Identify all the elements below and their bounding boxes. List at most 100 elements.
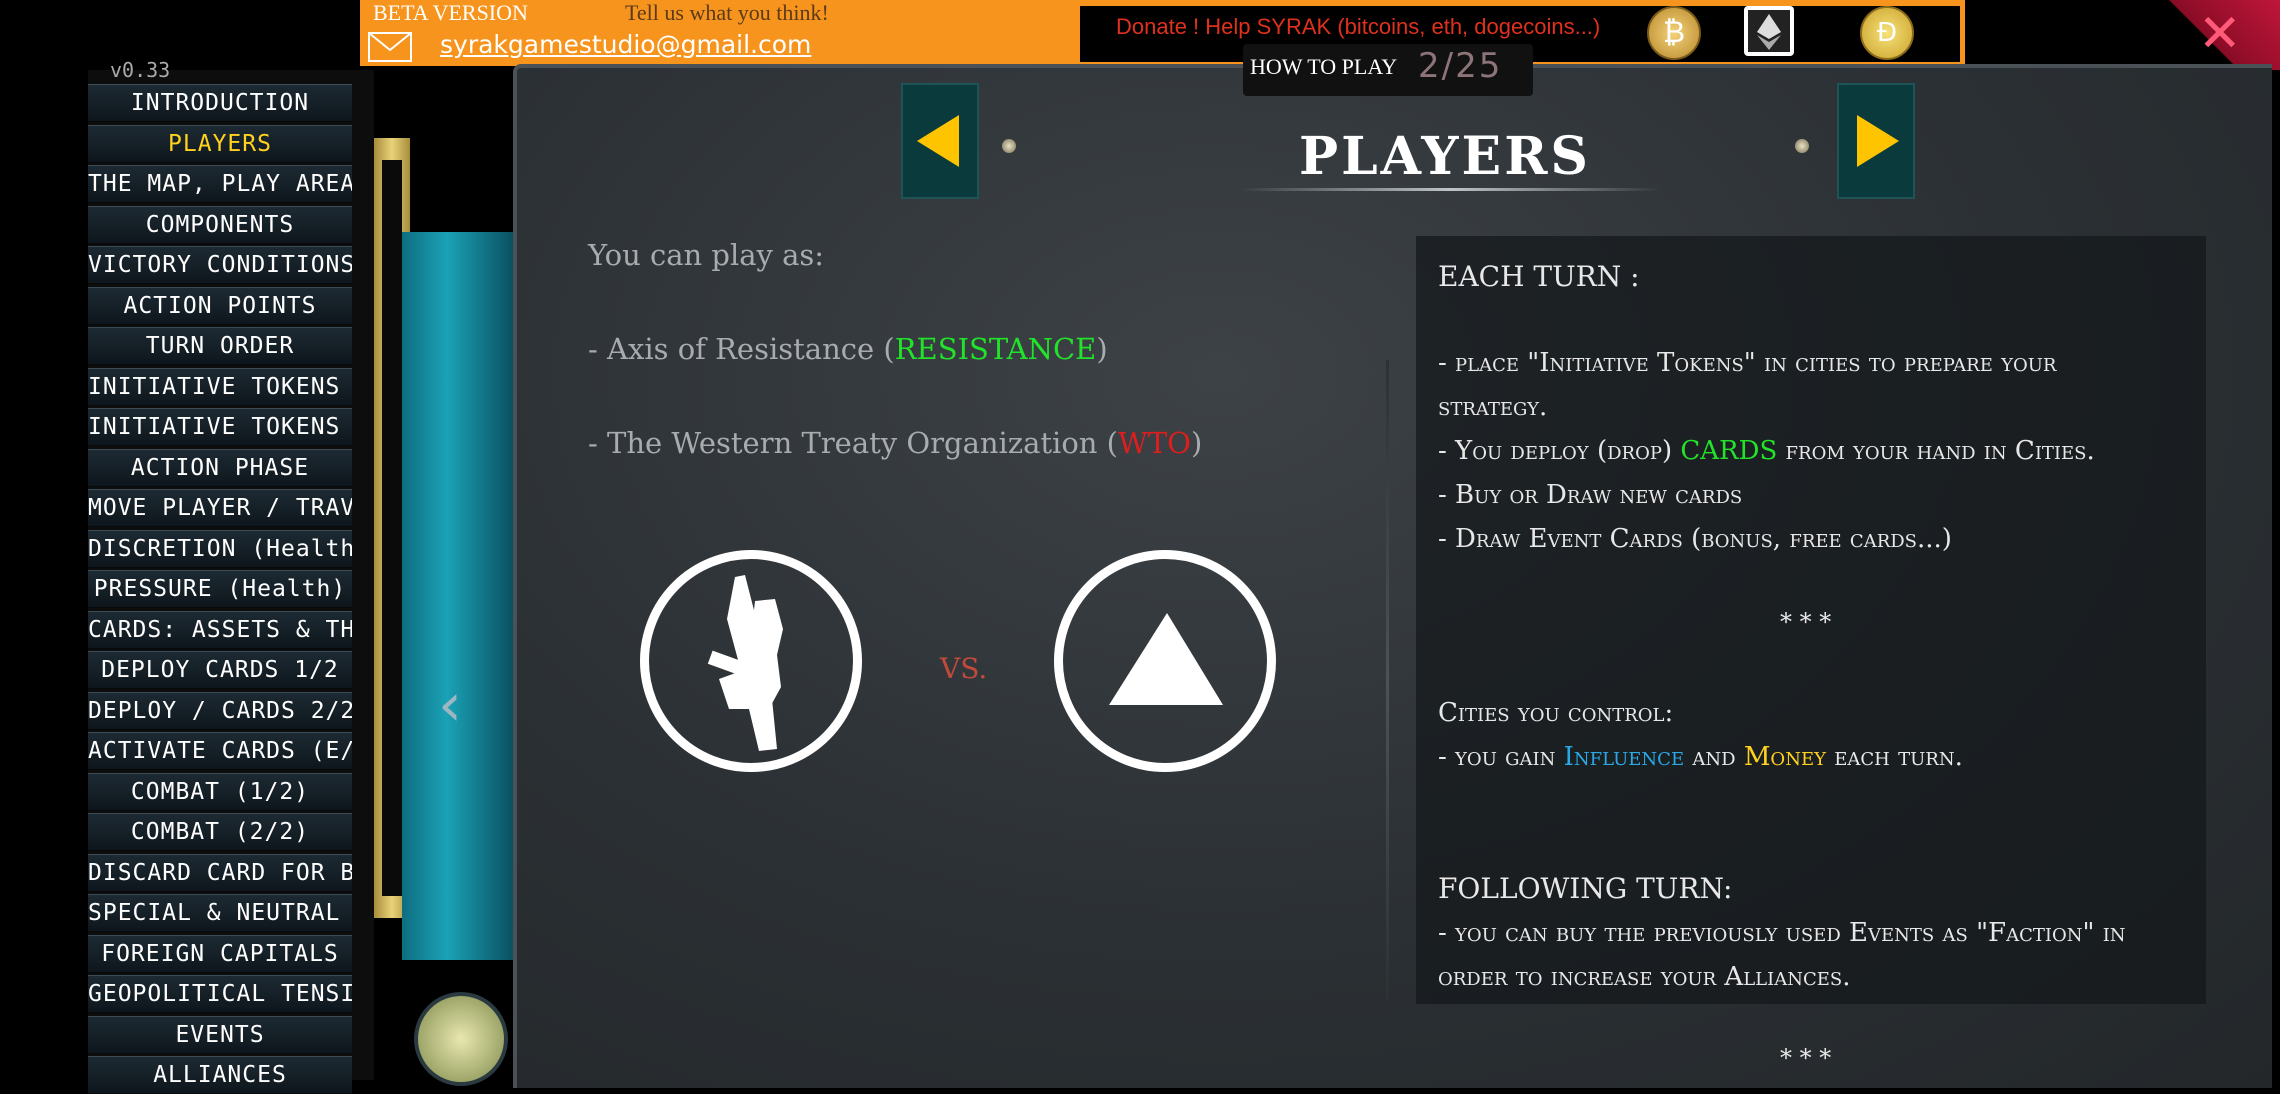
menu-item[interactable]: DEPLOY CARDS 1/2 bbox=[88, 651, 352, 689]
menu-item[interactable]: FOREIGN CAPITALS bbox=[88, 934, 352, 973]
menu-item-label: PLAYERS bbox=[168, 130, 272, 157]
menu-item[interactable]: SPECIAL & NEUTRAL CARDS bbox=[88, 894, 352, 932]
mail-icon[interactable] bbox=[368, 32, 412, 62]
menu-item-label: INITIATIVE TOKENS 2/2 bbox=[88, 414, 352, 440]
menu-item[interactable]: DISCARD CARD FOR BONUS bbox=[88, 853, 352, 892]
each-turn-heading: EACH TURN : bbox=[1438, 260, 1640, 293]
menu-item-label: DEPLOY CARDS 1/2 bbox=[101, 657, 339, 683]
map-strip bbox=[402, 232, 514, 960]
influence-keyword: Influence bbox=[1563, 742, 1685, 772]
section-title: PLAYERS bbox=[1299, 126, 1591, 187]
stars-separator: * * * bbox=[1780, 608, 1832, 636]
menu-item[interactable]: THE MAP, PLAY AREA bbox=[88, 165, 352, 203]
rule-line-strategy: strategy. bbox=[1438, 392, 1548, 422]
vs-label: VS. bbox=[940, 652, 988, 685]
card-frame-inner bbox=[382, 160, 402, 896]
howto-label: HOW TO PLAY bbox=[1250, 54, 1398, 79]
menu-item-label: THE MAP, PLAY AREA bbox=[88, 171, 352, 197]
version-tag: v0.33 bbox=[110, 58, 171, 82]
menu-item[interactable]: VICTORY CONDITIONS bbox=[88, 246, 352, 284]
menu-item-label: EVENTS bbox=[175, 1021, 265, 1048]
faction2-suffix: ) bbox=[1190, 426, 1203, 460]
intro-text: You can play as: bbox=[588, 238, 825, 272]
page-counter: 2/25 bbox=[1418, 46, 1503, 86]
close-icon[interactable]: ✕ bbox=[2198, 8, 2242, 60]
menu-item[interactable]: ACTIVATE CARDS (E/P) bbox=[88, 732, 352, 770]
feedback-text: Tell us what you think! bbox=[625, 0, 829, 25]
money-keyword: Money bbox=[1743, 742, 1826, 772]
cards-keyword: CARDS bbox=[1680, 436, 1778, 466]
faction-wto-line: - The Western Treaty Organization (WTO) bbox=[588, 426, 1202, 460]
menu-item[interactable]: INITIATIVE TOKENS 1/2 bbox=[88, 367, 352, 406]
menu-item[interactable]: PLAYERS bbox=[88, 124, 352, 163]
wto-triangle-logo bbox=[1054, 550, 1276, 772]
email-link[interactable]: syrakgamestudio@gmail.com bbox=[440, 30, 811, 59]
menu-item[interactable]: COMPONENTS bbox=[88, 205, 352, 244]
menu-item-label: INTRODUCTION bbox=[130, 90, 310, 116]
menu-item[interactable]: TURN ORDER bbox=[88, 327, 352, 365]
menu-item[interactable]: DEPLOY / CARDS 2/2 bbox=[88, 691, 352, 730]
menu-item[interactable]: INTRODUCTION bbox=[88, 84, 352, 122]
menu-item-label: COMBAT (2/2) bbox=[130, 819, 310, 845]
deploy-suffix: from your hand in Cities. bbox=[1777, 436, 2095, 466]
prev-page-button[interactable] bbox=[901, 83, 979, 199]
menu-item-label: ACTION PHASE bbox=[130, 454, 310, 481]
menu-item[interactable]: GEOPOLITICAL TENSION bbox=[88, 975, 352, 1013]
next-page-button[interactable] bbox=[1837, 83, 1915, 199]
faction2-prefix: - The Western Treaty Organization ( bbox=[588, 426, 1119, 460]
rule-line-gain: - you gain Influence and Money each turn… bbox=[1438, 742, 1963, 772]
menu-item[interactable]: COMBAT (1/2) bbox=[88, 772, 352, 811]
menu-item[interactable]: ACTION PHASE bbox=[88, 448, 352, 487]
rivet-right bbox=[1795, 139, 1809, 153]
player-avatar[interactable] bbox=[414, 992, 508, 1086]
menu-item[interactable]: DISCRETION (Health) bbox=[88, 529, 352, 568]
menu-item[interactable]: PRESSURE (Health) bbox=[88, 570, 352, 608]
faction-resistance-name: RESISTANCE bbox=[894, 332, 1097, 366]
dogecoin-icon[interactable]: Ð bbox=[1860, 6, 1914, 60]
gain-and: and bbox=[1684, 742, 1744, 772]
deploy-prefix: - You deploy (drop) bbox=[1438, 436, 1681, 466]
menu-item[interactable]: ACTION POINTS bbox=[88, 286, 352, 325]
menu-item-label: COMBAT (1/2) bbox=[130, 778, 310, 805]
menu-item[interactable]: COMBAT (2/2) bbox=[88, 813, 352, 851]
stars-separator-2: * * * bbox=[1780, 1044, 1832, 1072]
following-turn-heading: FOLLOWING TURN: bbox=[1438, 872, 1733, 905]
menu-item[interactable]: CARDS: ASSETS & THREATS bbox=[88, 610, 352, 649]
beta-label: BETA VERSION bbox=[373, 0, 528, 25]
rule-line-following-2: order to increase your Alliances. bbox=[1438, 962, 1851, 992]
menu-item[interactable]: MOVE PLAYER / TRAVEL bbox=[88, 489, 352, 527]
menu-item-label: VICTORY CONDITIONS bbox=[88, 252, 352, 278]
rule-line-events: - Draw Event Cards (bonus, free cards...… bbox=[1438, 524, 1952, 554]
menu-item-label: ACTIVATE CARDS (E/P) bbox=[88, 738, 352, 764]
map-left-arrow[interactable]: ‹ bbox=[438, 670, 462, 740]
arrow-left-icon bbox=[917, 115, 959, 167]
menu-item-label: DISCARD CARD FOR BONUS bbox=[88, 859, 352, 886]
resistance-rifle-logo bbox=[640, 550, 862, 772]
rivet-left bbox=[1002, 139, 1016, 153]
donate-text[interactable]: Donate ! Help SYRAK (bitcoins, eth, doge… bbox=[1116, 14, 1600, 40]
menu-item[interactable]: EVENTS bbox=[88, 1015, 352, 1054]
gain-prefix: - you gain bbox=[1438, 742, 1564, 772]
menu-item-label: INITIATIVE TOKENS 1/2 bbox=[88, 373, 352, 400]
ethereum-icon[interactable] bbox=[1744, 6, 1794, 56]
faction1-prefix: - Axis of Resistance ( bbox=[588, 332, 895, 366]
faction1-suffix: ) bbox=[1096, 332, 1108, 366]
bitcoin-icon[interactable]: ₿ bbox=[1647, 6, 1701, 60]
cities-heading: Cities you control: bbox=[1438, 698, 1674, 728]
menu-item-label: CARDS: ASSETS & THREATS bbox=[88, 616, 352, 643]
menu-item-label: ALLIANCES bbox=[153, 1062, 287, 1088]
menu-item[interactable]: ALLIANCES bbox=[88, 1056, 352, 1094]
menu-item-label: DISCRETION (Health) bbox=[88, 535, 352, 562]
column-divider bbox=[1386, 360, 1389, 1000]
rule-line-following-1: - you can buy the previously used Events… bbox=[1438, 918, 2126, 948]
rule-line-buy: - Buy or Draw new cards bbox=[1438, 480, 1743, 510]
menu-item-label: TURN ORDER bbox=[145, 333, 295, 359]
menu-item-label: DEPLOY / CARDS 2/2 bbox=[88, 697, 352, 724]
rule-line-initiative: - place "Initiative Tokens" in cities to… bbox=[1438, 348, 2057, 378]
menu-item-label: PRESSURE (Health) bbox=[93, 576, 347, 602]
rule-line-deploy: - You deploy (drop) CARDS from your hand… bbox=[1438, 436, 2095, 466]
menu-item[interactable]: INITIATIVE TOKENS 2/2 bbox=[88, 408, 352, 446]
menu-item-label: FOREIGN CAPITALS bbox=[101, 940, 339, 967]
menu-item-label: GEOPOLITICAL TENSION bbox=[88, 981, 352, 1007]
faction-wto-name: WTO bbox=[1118, 426, 1191, 460]
